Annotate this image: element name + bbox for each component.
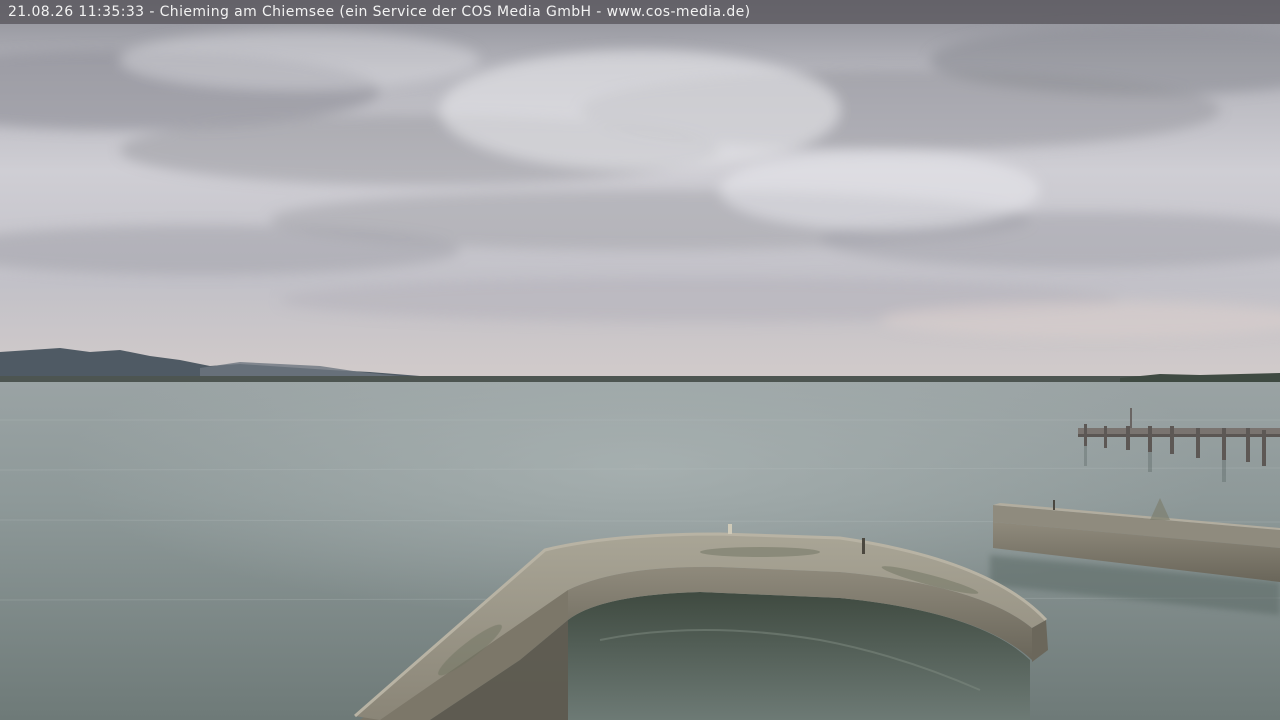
timestamp-caption-bar: 21.08.26 11:35:33 - Chieming am Chiemsee… [0, 0, 1280, 24]
far-shoreline [0, 376, 1280, 382]
webcam-frame: 21.08.26 11:35:33 - Chieming am Chiemsee… [0, 0, 1280, 720]
webcam-scene [0, 0, 1280, 720]
timestamp-caption: 21.08.26 11:35:33 - Chieming am Chiemsee… [8, 4, 751, 20]
